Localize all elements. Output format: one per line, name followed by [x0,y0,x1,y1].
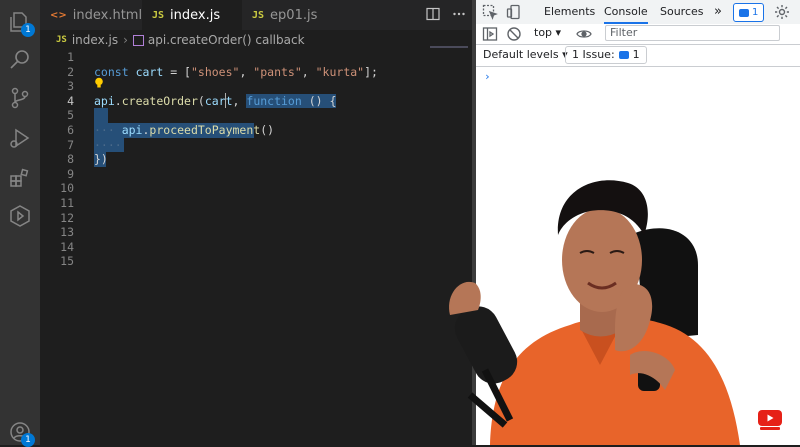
source-control-icon[interactable] [8,86,32,110]
code-line-4: api.createOrder(cart, function () { [94,93,337,108]
console-toolbar: top ▾ Filter [476,24,800,45]
line-number: 6 [67,123,74,137]
line-number: 9 [67,166,74,181]
line-number: 2 [67,64,74,79]
run-debug-icon[interactable] [8,126,32,150]
settings-gear-icon[interactable] [774,4,790,20]
device-toolbar-icon[interactable] [506,4,522,20]
tab-sources[interactable]: Sources [660,0,704,24]
line-number: 5 [67,108,74,123]
js-file-icon: JS [152,9,165,21]
tab-console[interactable]: Console [604,0,648,24]
tab-elements[interactable]: Elements [544,0,595,24]
message-icon [618,51,629,59]
editor-actions [426,7,466,21]
line-number: 1 [67,50,74,64]
activity-bar: 1 1 [0,0,40,447]
breadcrumb-symbol[interactable]: api.createOrder() callback [148,33,305,47]
tab-label: index.html [72,7,143,23]
devtools-tab-bar: Elements Console Sources » 1 [476,0,800,25]
js-file-icon: JS [56,35,67,45]
console-toolbar-secondary: Default levels ▾ 1 Issue: 1 [476,44,800,67]
message-icon [739,8,749,17]
accounts-icon[interactable]: 1 [8,420,35,447]
line-number: 10 [60,181,74,196]
tab-label: index.js [170,7,221,23]
filter-input[interactable]: Filter [605,25,780,41]
html-file-icon: <> [50,9,67,21]
log-levels-dropdown[interactable]: Default levels ▾ [483,48,568,61]
search-icon[interactable] [8,48,32,72]
presenter-video-overlay [449,180,740,445]
breadcrumb: JS index.js › api.createOrder() callback [40,30,472,50]
chevron-right-icon: › [123,33,128,47]
lightbulb-icon[interactable] [94,77,104,89]
tab-ep01-js[interactable]: JS ep01.js [242,0,332,30]
channel-logo-icon [758,410,782,430]
text-cursor [225,93,226,108]
explorer-badge: 1 [21,23,35,37]
method-symbol-icon [132,34,144,46]
code-line-2: const cart = ["shoes", "pants", "kurta"]… [94,64,378,79]
line-number: 3 [67,79,74,94]
issues-button[interactable]: 1 Issue: 1 [565,46,647,64]
tab-index-js[interactable]: JS index.js [142,0,242,30]
sidebar-toggle-icon[interactable] [482,26,498,42]
console-prompt[interactable]: › [484,70,491,83]
code-line-6: ··· api.proceedToPayment() [94,123,275,137]
split-editor-icon[interactable] [426,7,440,21]
code-editor[interactable]: 1 2 3 4 5 6 7 8 9 10 11 12 13 14 15 cons… [40,50,472,445]
inspect-element-icon[interactable] [482,4,498,20]
more-tabs-button[interactable]: » [714,0,722,24]
more-actions-icon[interactable] [452,7,466,21]
extensions-icon[interactable] [8,166,32,190]
selection-highlight [94,108,108,123]
code-line-7: ···· [94,137,122,152]
line-number: 8 [67,152,74,167]
line-number: 13 [60,225,74,240]
line-number: 14 [60,239,74,254]
eye-icon[interactable] [576,26,592,42]
remote-explorer-icon[interactable] [8,204,32,228]
clear-console-icon[interactable] [506,26,522,42]
tab-index-html[interactable]: <> index.html [40,0,143,30]
code-line-8: }) [94,152,108,167]
js-file-icon: JS [252,9,265,21]
tab-label: ep01.js [270,7,318,23]
messages-badge[interactable]: 1 [733,3,765,22]
line-number: 11 [60,196,74,210]
context-selector[interactable]: top ▾ [534,26,561,39]
line-number: 12 [60,210,74,225]
line-number: 4 [67,93,74,108]
explorer-icon[interactable]: 1 [8,10,35,37]
minimap[interactable] [430,46,468,48]
line-number: 15 [60,254,74,269]
editor-tab-bar: <> index.html JS index.js JS ep01.js [40,0,472,30]
breadcrumb-file[interactable]: index.js [72,33,118,47]
line-number: 7 [67,137,74,152]
